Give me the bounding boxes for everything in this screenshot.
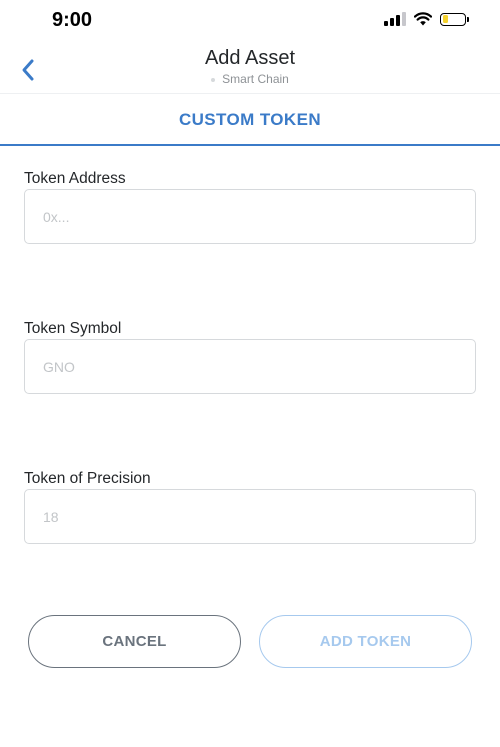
status-time: 9:00 <box>52 9 93 31</box>
battery-level <box>442 15 448 23</box>
tab-bar: CUSTOM TOKEN <box>0 94 500 146</box>
network-dot-icon <box>211 77 216 82</box>
tab-custom-token[interactable]: CUSTOM TOKEN <box>0 110 500 130</box>
navigation-header: Add Asset Smart Chain <box>0 44 500 94</box>
token-symbol-label: Token Symbol <box>24 320 122 337</box>
page-title: Add Asset <box>204 47 296 69</box>
token-symbol-input[interactable] <box>24 339 476 394</box>
network-indicator: Smart Chain <box>0 72 500 86</box>
status-icons <box>384 12 469 26</box>
token-address-input[interactable] <box>24 189 476 244</box>
network-name: Smart Chain <box>222 72 289 86</box>
add-token-button[interactable]: ADD TOKEN <box>259 615 472 668</box>
battery-icon <box>440 12 469 26</box>
token-precision-input[interactable] <box>24 489 476 544</box>
token-precision-label: Token of Precision <box>24 470 151 487</box>
token-address-label: Token Address <box>24 170 126 187</box>
wifi-icon <box>414 12 432 26</box>
status-bar: 9:00 <box>0 0 500 44</box>
signal-icon <box>384 12 406 26</box>
cancel-button[interactable]: CANCEL <box>28 615 241 668</box>
